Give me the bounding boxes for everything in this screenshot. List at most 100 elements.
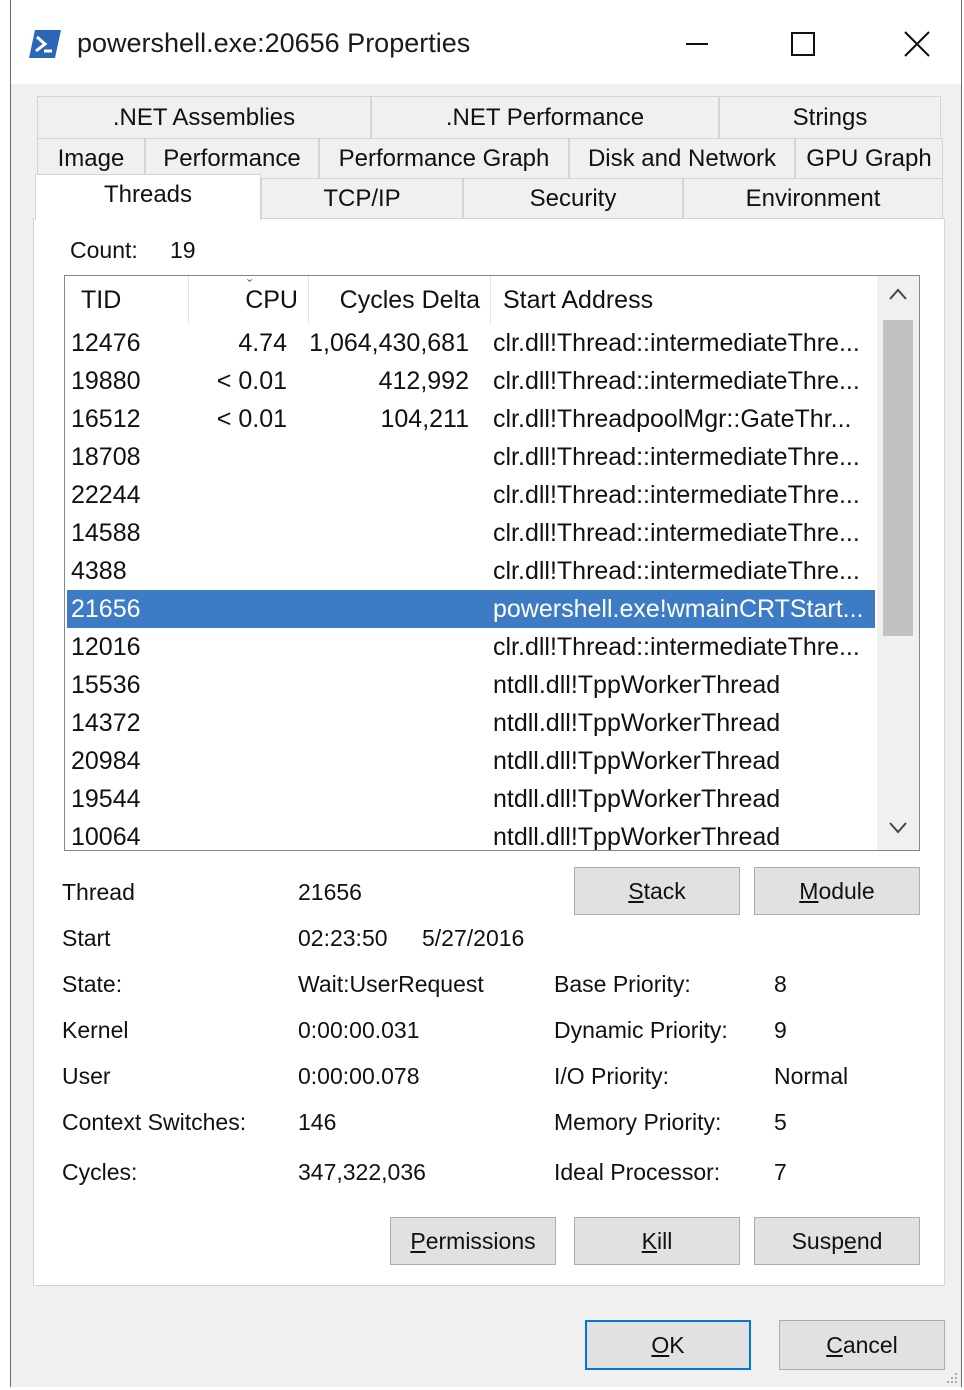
table-row[interactable]: 22244 clr.dll!Thread::intermediateThre..…: [67, 476, 875, 514]
cell-cycles: [297, 552, 469, 590]
close-icon: [904, 31, 930, 57]
cell-cycles: [297, 666, 469, 704]
module-button[interactable]: Module: [754, 867, 920, 915]
cell-cycles: [297, 514, 469, 552]
thread-value: 21656: [298, 879, 362, 905]
cell-start-address: ntdll.dll!TppWorkerThread: [493, 709, 781, 737]
threads-panel: Count: 19 TID CPU ˇ Cycles Delta Start A…: [33, 218, 945, 1286]
cell-cpu: [187, 628, 287, 666]
vertical-scrollbar[interactable]: [877, 276, 919, 850]
table-row[interactable]: 4388 clr.dll!Thread::intermediateThre...: [67, 552, 875, 590]
cancel-button[interactable]: Cancel: [779, 1320, 945, 1370]
cell-tid: 4388: [71, 557, 127, 585]
cell-start-address: clr.dll!Thread::intermediateThre...: [493, 443, 860, 471]
tab-disk-and-network[interactable]: Disk and Network: [569, 138, 795, 178]
scroll-down-button[interactable]: [877, 810, 919, 850]
tab-tcpip[interactable]: TCP/IP: [261, 178, 463, 218]
table-row[interactable]: 15536 ntdll.dll!TppWorkerThread: [67, 666, 875, 704]
cell-cpu: [187, 438, 287, 476]
tab-net-assemblies[interactable]: .NET Assemblies: [37, 96, 371, 138]
cell-tid: 19544: [71, 785, 141, 813]
state-value: Wait:UserRequest: [298, 971, 484, 997]
table-row[interactable]: 16512 < 0.01 104,211 clr.dll!ThreadpoolM…: [67, 400, 875, 438]
start-date: 5/27/2016: [422, 925, 525, 951]
cell-start-address: ntdll.dll!TppWorkerThread: [493, 785, 781, 813]
cell-cycles: [297, 704, 469, 742]
table-row[interactable]: 19544 ntdll.dll!TppWorkerThread: [67, 780, 875, 818]
cell-cpu: [187, 590, 287, 628]
sort-descending-icon: ˇ: [247, 278, 253, 295]
ok-button[interactable]: OK: [585, 1320, 751, 1370]
tab-environment[interactable]: Environment: [683, 178, 943, 218]
kernel-value: 0:00:00.031: [298, 1017, 420, 1043]
cell-start-address: powershell.exe!wmainCRTStart...: [493, 595, 864, 623]
table-row[interactable]: 19880 < 0.01 412,992 clr.dll!Thread::int…: [67, 362, 875, 400]
cell-cycles: [297, 476, 469, 514]
column-tid[interactable]: TID: [65, 276, 189, 324]
table-row[interactable]: 12476 4.74 1,064,430,681 clr.dll!Thread:…: [67, 324, 875, 362]
tab-threads[interactable]: Threads: [35, 174, 261, 220]
tab-gpu-graph[interactable]: GPU Graph: [795, 138, 943, 178]
cell-start-address: ntdll.dll!TppWorkerThread: [493, 823, 781, 851]
stack-button[interactable]: Stack: [574, 867, 740, 915]
cell-start-address: clr.dll!Thread::intermediateThre...: [493, 481, 860, 509]
cell-cycles: [297, 590, 469, 628]
tab-net-performance[interactable]: .NET Performance: [371, 96, 719, 138]
cycles-label: Cycles:: [62, 1159, 138, 1185]
cell-cpu: [187, 742, 287, 780]
cell-cycles: [297, 438, 469, 476]
column-cycles-delta[interactable]: Cycles Delta: [309, 276, 491, 324]
scroll-up-button[interactable]: [877, 276, 919, 316]
threads-list[interactable]: TID CPU ˇ Cycles Delta Start Address 124…: [64, 275, 920, 851]
table-row-selected[interactable]: 21656 powershell.exe!wmainCRTStart...: [67, 590, 875, 628]
chevron-up-icon: [889, 287, 907, 305]
table-row[interactable]: 18708 clr.dll!Thread::intermediateThre..…: [67, 438, 875, 476]
cell-cpu: [187, 476, 287, 514]
tab-strings[interactable]: Strings: [719, 96, 941, 138]
ideal-processor-label: Ideal Processor:: [554, 1159, 721, 1185]
cell-cpu: < 0.01: [216, 405, 287, 433]
cell-cycles: [297, 780, 469, 818]
resize-grip-icon[interactable]: [943, 1369, 959, 1385]
minimize-button[interactable]: [667, 20, 727, 68]
table-row[interactable]: 12016 clr.dll!Thread::intermediateThre..…: [67, 628, 875, 666]
cell-cycles: [297, 818, 469, 850]
close-button[interactable]: [887, 20, 947, 68]
start-label: Start: [62, 925, 111, 951]
column-start-address[interactable]: Start Address: [491, 276, 877, 324]
cell-cycles: [297, 742, 469, 780]
cell-tid: 12016: [71, 633, 141, 661]
permissions-button[interactable]: Permissions: [390, 1217, 556, 1265]
cell-cpu: 4.74: [238, 329, 287, 357]
cell-start-address: clr.dll!Thread::intermediateThre...: [493, 557, 860, 585]
cell-tid: 16512: [71, 405, 141, 433]
tab-performance-graph[interactable]: Performance Graph: [319, 138, 569, 178]
cell-cycles: 1,064,430,681: [309, 329, 469, 357]
table-row[interactable]: 20984 ntdll.dll!TppWorkerThread: [67, 742, 875, 780]
cell-cpu: [187, 666, 287, 704]
cell-start-address: clr.dll!ThreadpoolMgr::GateThr...: [493, 405, 852, 433]
title-bar[interactable]: powershell.exe:20656 Properties: [11, 0, 961, 84]
table-row[interactable]: 14372 ntdll.dll!TppWorkerThread: [67, 704, 875, 742]
thread-label: Thread: [62, 879, 135, 905]
cell-start-address: ntdll.dll!TppWorkerThread: [493, 747, 781, 775]
dynamic-priority-label: Dynamic Priority:: [554, 1017, 728, 1043]
tab-performance[interactable]: Performance: [145, 138, 319, 178]
cell-tid: 18708: [71, 443, 141, 471]
state-label: State:: [62, 971, 123, 997]
kill-button[interactable]: Kill: [574, 1217, 740, 1265]
tab-security[interactable]: Security: [463, 178, 683, 218]
suspend-button[interactable]: Susp e nd: [754, 1217, 920, 1265]
table-row[interactable]: 10064 ntdll.dll!TppWorkerThread: [67, 818, 875, 851]
table-row[interactable]: 14588 clr.dll!Thread::intermediateThre..…: [67, 514, 875, 552]
tab-image[interactable]: Image: [37, 138, 145, 178]
kernel-label: Kernel: [62, 1017, 129, 1043]
maximize-icon: [791, 32, 815, 56]
io-priority-label: I/O Priority:: [554, 1063, 670, 1089]
cycles-value: 347,322,036: [298, 1159, 426, 1185]
cell-start-address: clr.dll!Thread::intermediateThre...: [493, 633, 860, 661]
cell-tid: 14372: [71, 709, 141, 737]
scroll-thumb[interactable]: [883, 320, 913, 636]
io-priority-value: Normal: [774, 1063, 849, 1089]
maximize-button[interactable]: [773, 20, 833, 68]
